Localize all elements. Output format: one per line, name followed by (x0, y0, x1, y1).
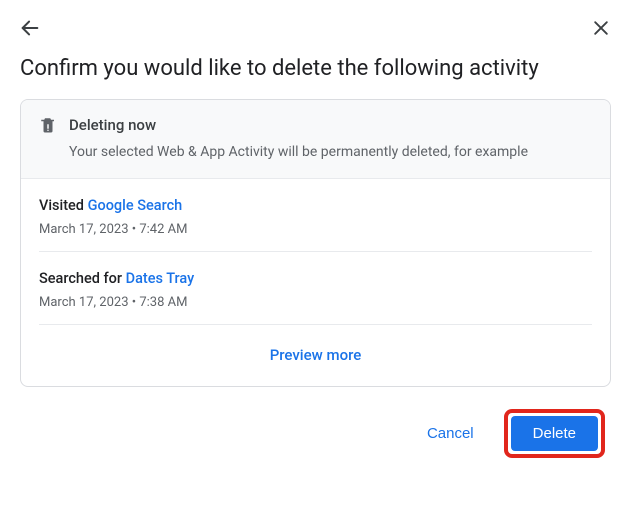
banner-title: Deleting now (69, 116, 156, 134)
delete-highlight: Delete (504, 409, 605, 458)
delete-button[interactable]: Delete (511, 416, 598, 451)
activity-item: Searched for Dates Tray March 17, 2023 •… (39, 252, 592, 325)
banner-subtitle: Your selected Web & App Activity will be… (69, 144, 592, 160)
activity-prefix: Searched for (39, 270, 126, 287)
activity-item: Visited Google Search March 17, 2023 • 7… (39, 179, 592, 252)
trash-icon (39, 116, 57, 134)
activity-timestamp: March 17, 2023 • 7:38 AM (39, 295, 592, 310)
activity-timestamp: March 17, 2023 • 7:42 AM (39, 222, 592, 237)
activity-link[interactable]: Google Search (88, 197, 183, 214)
deleting-banner: Deleting now Your selected Web & App Act… (21, 100, 610, 179)
preview-more-link[interactable]: Preview more (270, 346, 362, 364)
back-arrow-icon[interactable] (16, 14, 44, 42)
cancel-button[interactable]: Cancel (417, 417, 484, 450)
dialog-title: Confirm you would like to delete the fol… (0, 42, 631, 99)
activity-prefix: Visited (39, 197, 88, 214)
close-icon[interactable] (587, 14, 615, 42)
activity-link[interactable]: Dates Tray (126, 270, 195, 287)
activity-card: Deleting now Your selected Web & App Act… (20, 99, 611, 387)
